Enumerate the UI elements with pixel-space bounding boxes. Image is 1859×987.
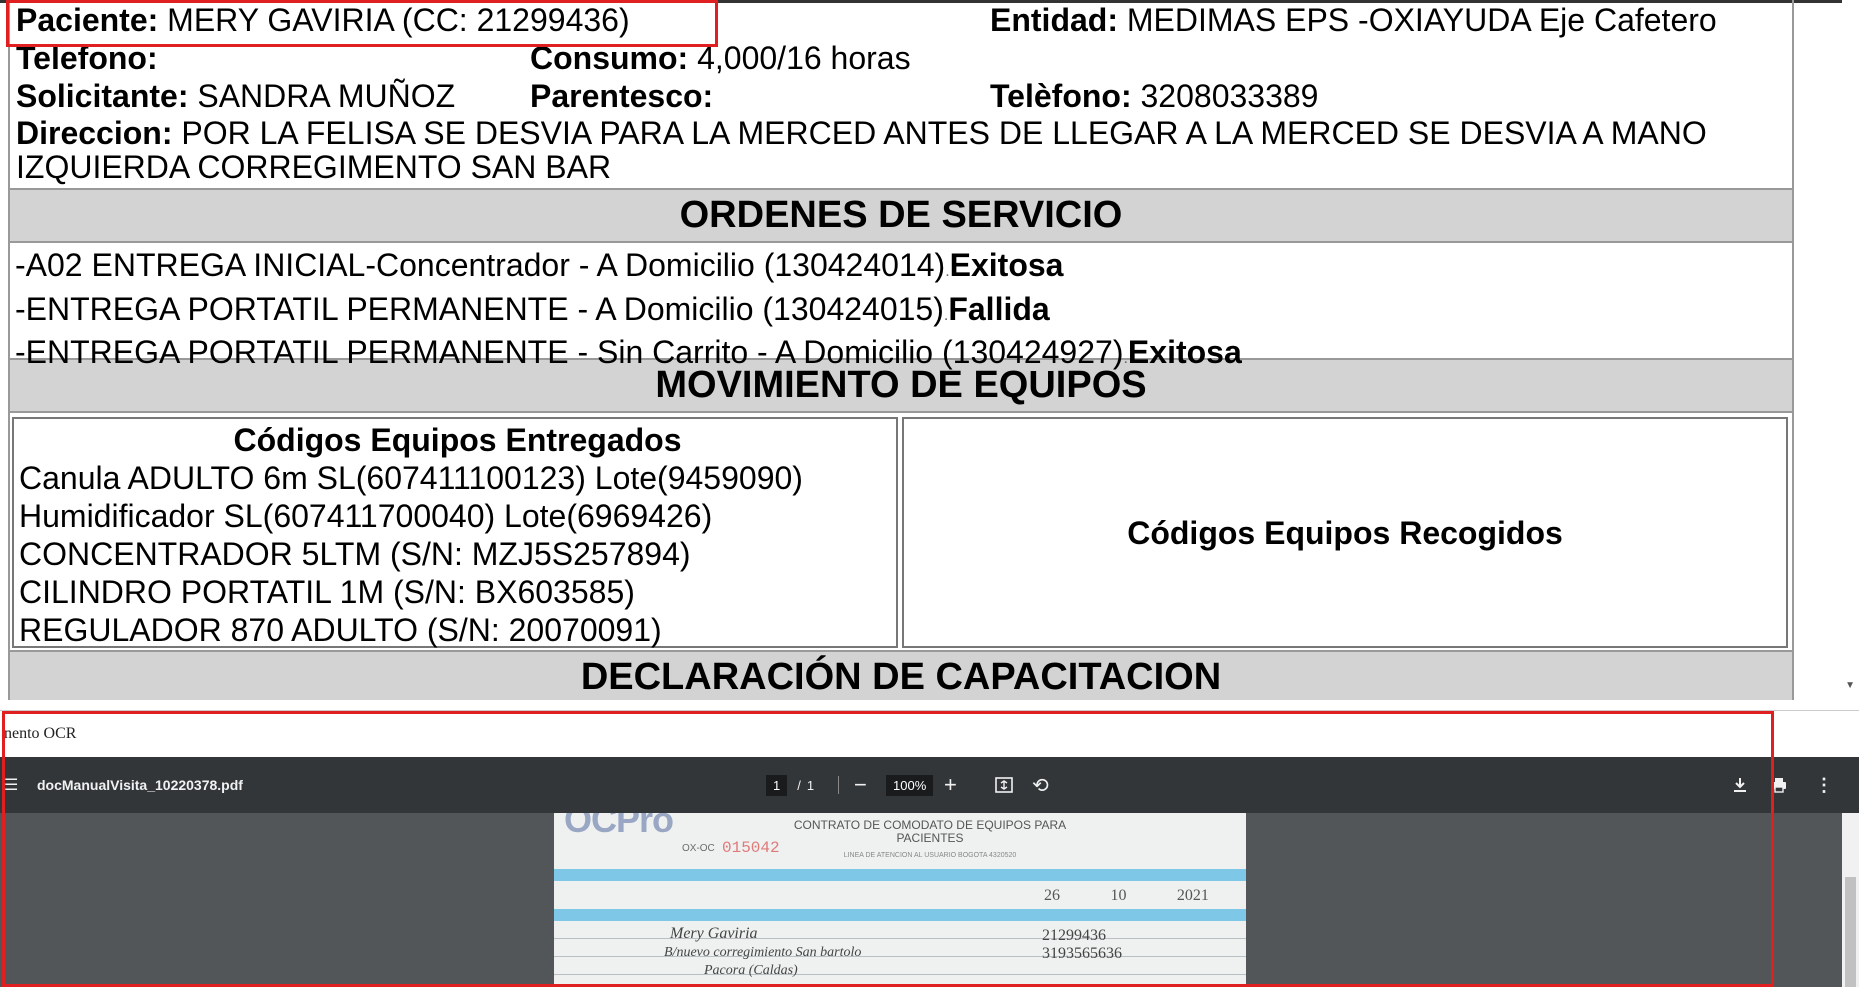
patient-name: MERY GAVIRIA (CC: 21299436) xyxy=(167,2,630,38)
pdf-page: OCPro OX-OC 015042 CONTRATO DE COMODATO … xyxy=(554,813,1246,987)
fit-page-icon[interactable] xyxy=(995,757,1013,813)
handwritten-place: Pacora (Caldas) xyxy=(704,963,798,978)
ocr-label: nento OCR xyxy=(4,725,77,742)
toolbar-divider xyxy=(838,776,839,794)
ocr-bar: nento OCR xyxy=(0,710,1859,757)
handwritten-address: B/nuevo corregimiento San bartolo xyxy=(664,945,862,960)
visit-report-frame: Paciente: MERY GAVIRIA (CC: 21299436) En… xyxy=(0,0,1859,700)
pdf-toolbar: ☰ docManualVisita_10220378.pdf 1 / 1 − 1… xyxy=(0,757,1859,813)
delivered-title: Códigos Equipos Entregados xyxy=(233,422,682,458)
orders-header: ORDENES DE SERVICIO xyxy=(8,188,1794,243)
report-scrollbar[interactable]: ▼ xyxy=(1842,0,1859,700)
delivered-equipment-box: Códigos Equipos Entregados Canula ADULTO… xyxy=(12,417,898,648)
equipment-item: REGULADOR 870 ADULTO (S/N: 20070091) xyxy=(19,612,662,648)
equipment-item: CONCENTRADOR 5LTM (S/N: MZJ5S257894) xyxy=(19,536,691,572)
consumption-field: Consumo: 4,000/16 horas xyxy=(530,40,911,76)
relationship-field: Parentesco: xyxy=(530,78,714,114)
address-value: POR LA FELISA SE DESVIA PARA LA MERCED A… xyxy=(16,115,1707,185)
requester-field: Solicitante: SANDRA MUÑOZ xyxy=(16,78,456,114)
equipment-item: Canula ADULTO 6m SL(607411100123) Lote(9… xyxy=(19,460,803,496)
page-indicator: 1 / 1 xyxy=(766,757,814,813)
patient-field: Paciente: MERY GAVIRIA (CC: 21299436) xyxy=(16,2,630,38)
equipment-item: Humidificador SL(607411700040) Lote(6969… xyxy=(19,498,713,534)
address-field: Direccion: POR LA FELISA SE DESVIA PARA … xyxy=(16,115,1707,185)
order-status: Exitosa xyxy=(949,247,1064,283)
menu-icon[interactable]: ☰ xyxy=(4,757,18,813)
pdf-filename: docManualVisita_10220378.pdf xyxy=(37,777,243,793)
handwritten-id: 21299436 xyxy=(1042,927,1106,944)
print-icon[interactable] xyxy=(1771,757,1787,813)
download-icon[interactable] xyxy=(1733,757,1747,813)
consumption-value: 4,000/16 horas xyxy=(697,40,911,76)
order-item: -ENTREGA PORTATIL PERMANENTE - A Domicil… xyxy=(15,290,1050,327)
form-number: 015042 xyxy=(722,839,780,857)
equipment-section: Códigos Equipos Entregados Canula ADULTO… xyxy=(8,413,1794,650)
pdf-canvas[interactable]: OCPro OX-OC 015042 CONTRATO DE COMODATO … xyxy=(0,813,1842,987)
pdf-scrollbar[interactable] xyxy=(1842,813,1859,987)
order-item: -A02 ENTREGA INICIAL-Concentrador - A Do… xyxy=(15,247,1064,283)
collected-equipment-box: Códigos Equipos Recogidos xyxy=(902,417,1788,648)
phone2-value: 3208033389 xyxy=(1140,78,1319,114)
more-vertical-icon[interactable]: ⋮ xyxy=(1815,757,1833,813)
handwritten-name: Mery Gaviria xyxy=(670,925,758,942)
company-logo: OCPro xyxy=(564,813,674,840)
patient-info: Paciente: MERY GAVIRIA (CC: 21299436) En… xyxy=(8,0,1794,188)
entity-value: MEDIMAS EPS -OXIAYUDA Eje Cafetero xyxy=(1126,2,1717,38)
requester-value: SANDRA MUÑOZ xyxy=(197,78,456,114)
form-number-label: OX-OC xyxy=(682,843,715,854)
pdf-viewer-frame: nento OCR ☰ docManualVisita_10220378.pdf… xyxy=(0,710,1859,987)
page-number-input[interactable]: 1 xyxy=(766,774,788,796)
zoom-out-icon[interactable]: − xyxy=(854,757,867,813)
phone-field: Telefono: xyxy=(16,40,158,76)
page-total: 1 xyxy=(806,777,815,793)
form-strip xyxy=(554,909,1246,921)
rotate-icon[interactable]: ⟲ xyxy=(1032,757,1049,813)
scroll-down-arrow-icon[interactable]: ▼ xyxy=(1845,680,1855,691)
form-lines xyxy=(554,921,1246,987)
equipment-item: CILINDRO PORTATIL 1M (S/N: BX603585) xyxy=(19,574,635,610)
visit-report: Paciente: MERY GAVIRIA (CC: 21299436) En… xyxy=(8,0,1794,700)
page-separator: / xyxy=(797,777,801,793)
zoom-level[interactable]: 100% xyxy=(886,757,934,813)
collected-title: Códigos Equipos Recogidos xyxy=(1127,514,1563,551)
scan-date: 26 10 2021 xyxy=(1044,887,1209,904)
scan-heading: CONTRATO DE COMODATO DE EQUIPOS PARA PAC… xyxy=(793,818,1067,845)
phone2-field: Telèfono: 3208033389 xyxy=(990,78,1319,114)
entity-field: Entidad: MEDIMAS EPS -OXIAYUDA Eje Cafet… xyxy=(990,2,1717,38)
orders-list: -A02 ENTREGA INICIAL-Concentrador - A Do… xyxy=(8,243,1794,370)
form-strip xyxy=(554,869,1246,881)
training-header: DECLARACIÓN DE CAPACITACION xyxy=(8,650,1794,700)
handwritten-phone: 3193565636 xyxy=(1042,945,1122,962)
scan-subheading: LINEA DE ATENCION AL USUARIO BOGOTA 4320… xyxy=(843,852,1017,859)
zoom-in-icon[interactable]: + xyxy=(944,757,957,813)
order-status: Fallida xyxy=(948,290,1050,327)
pdf-scroll-thumb[interactable] xyxy=(1845,877,1856,987)
